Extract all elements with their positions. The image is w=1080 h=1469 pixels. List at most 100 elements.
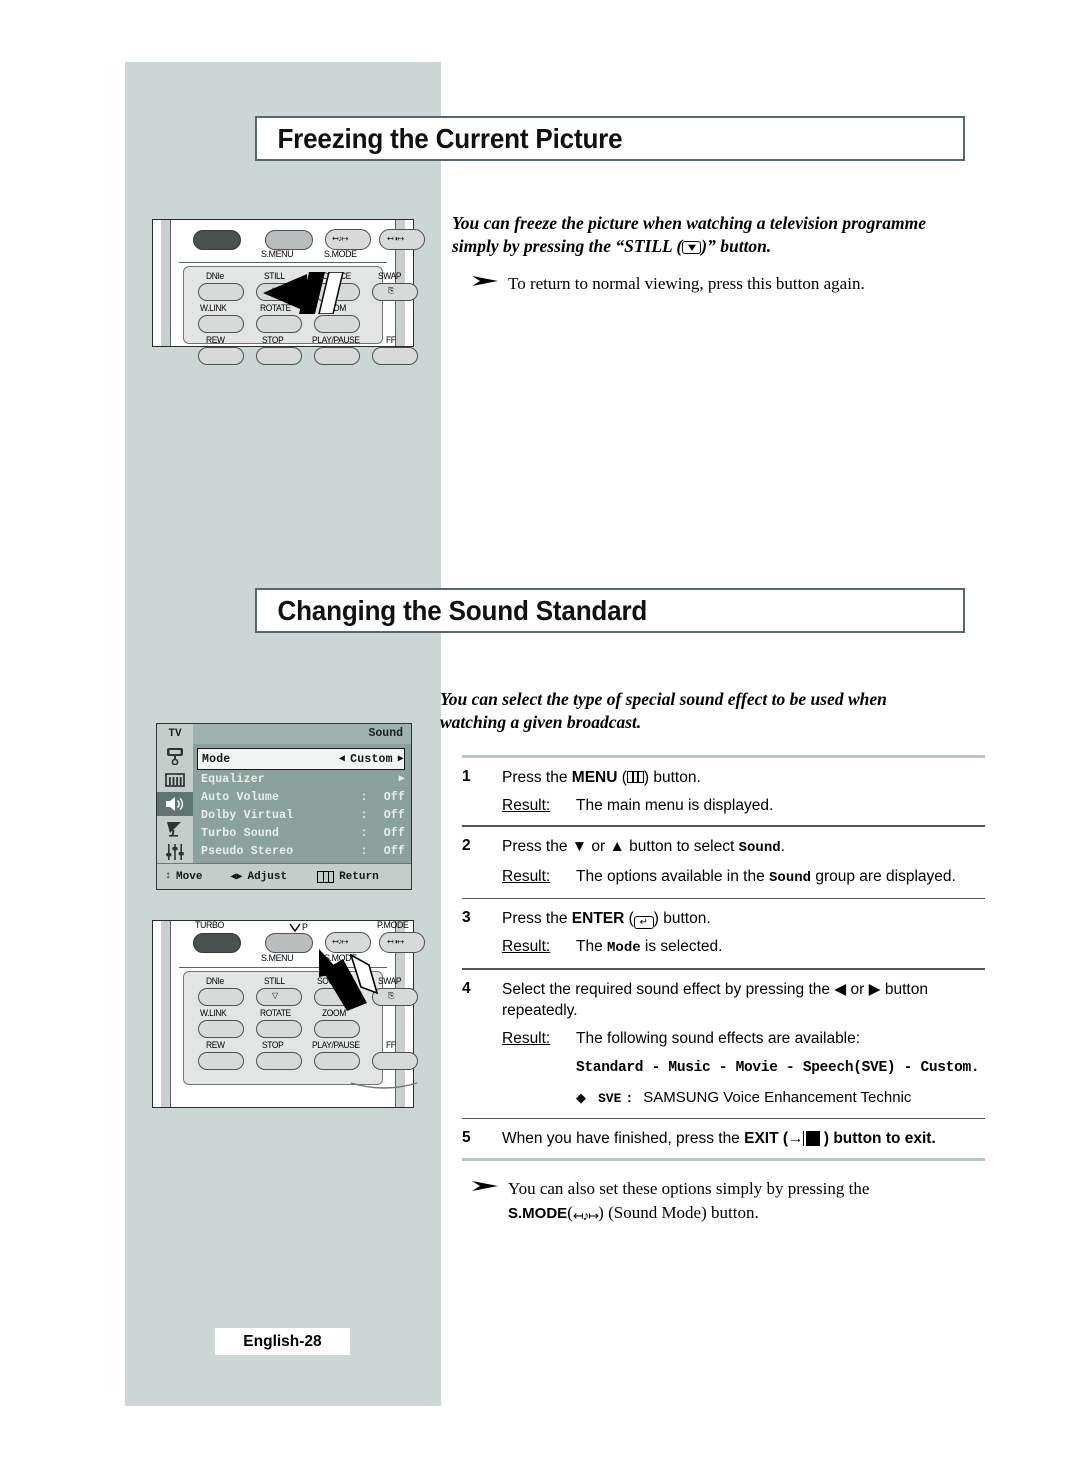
label-turbo: TURBO (195, 920, 225, 931)
step-2-result-text: The options available in the Sound group… (576, 866, 985, 889)
step-2-pre: Press the ▼ or ▲ button to select (502, 837, 739, 855)
osd-row-dolby-virtual-value: Off (383, 808, 405, 822)
menu-icon (317, 870, 335, 883)
s-mode-button-2: ↤♪↦ (325, 932, 371, 953)
step-4-number: 4 (462, 979, 471, 997)
p-mode-glyph-2: ↤◑↦ (387, 937, 404, 946)
satellite-dish-icon[interactable] (157, 816, 193, 840)
osd-left-arrow-icon[interactable]: ◀ (339, 753, 345, 765)
osd-row-auto-volume[interactable]: Auto Volume : Off (201, 788, 405, 806)
note-smode-shortcut: You can also set these options simply by… (470, 1177, 990, 1228)
step-1-result-text: The main menu is displayed. (576, 797, 774, 814)
stop-button-2 (256, 1052, 302, 1070)
osd-source-label: TV (157, 724, 193, 744)
step-1: 1 Press the MENU () button. Result: The … (462, 758, 985, 825)
note-text-1: To return to normal viewing, press this … (508, 274, 865, 293)
step-2-result-post: group are displayed. (811, 867, 956, 885)
label-still-2: STILL (264, 976, 285, 986)
osd-row-pseudo-stereo-colon: : (360, 844, 368, 858)
setup-sliders-glyph (166, 844, 184, 860)
rew-button-2 (198, 1052, 244, 1070)
step-3-number: 3 (462, 909, 471, 927)
remote2-keypad: DNIe STILL SOURCE SWAP ▽ ⎘ W.LINK ROTATE… (183, 971, 418, 1085)
exit-door-icon (803, 1131, 820, 1147)
label-rew-2: REW (206, 1040, 225, 1050)
osd-icon-rail (157, 744, 193, 863)
swap-button-2: ⎘ (372, 988, 418, 1006)
osd-row-pseudo-stereo[interactable]: Pseudo Stereo : Off (201, 842, 405, 860)
intro-line-1: You can freeze the picture when watching… (452, 213, 926, 233)
rotate-button-2 (256, 1020, 302, 1038)
bullet-arrow-icon (472, 276, 498, 286)
swap-button: ⎘ (372, 283, 418, 301)
rule-bottom (462, 1158, 985, 1162)
remote2-left-edge (161, 921, 171, 1107)
note2-smode-label: S.MODE (508, 1205, 568, 1222)
osd-footer-hints: ↕ Move ◀▶ Adjust Return (157, 863, 411, 889)
step-5-instruction: When you have finished, press the EXIT (… (502, 1128, 985, 1149)
step-1-mid: ( (617, 769, 627, 786)
sve-abbrev: SVE (598, 1090, 622, 1106)
osd-row-turbo-sound[interactable]: Turbo Sound : Off (201, 824, 405, 842)
setup-sliders-icon[interactable] (157, 840, 193, 864)
sve-definition: ◆ SVE : SAMSUNG Voice Enhancement Techni… (576, 1087, 985, 1109)
step-3-result: Result: The Mode is selected. (502, 936, 985, 959)
osd-row-equalizer[interactable]: Equalizer ▶ (201, 770, 405, 788)
step-3-keyname: ENTER (571, 910, 625, 928)
speaker-icon[interactable] (157, 792, 193, 816)
label-source: SOURCE (317, 271, 351, 281)
step-3-body: Press the ENTER (↵) button. Result: The … (502, 908, 985, 959)
enter-key-icon: ↵ (633, 916, 654, 930)
dnie-button-2 (198, 988, 244, 1006)
osd-row-equalizer-name: Equalizer (201, 772, 265, 786)
osd-right-arrow-icon[interactable]: ▶ (398, 753, 404, 765)
sve-expansion: SAMSUNG Voice Enhancement Technic (643, 1088, 912, 1106)
note2-line-1: You can also set these options simply by… (508, 1179, 870, 1198)
step-3-result-mono: Mode (607, 940, 641, 957)
ff-button (372, 347, 418, 365)
step-2-post: . (780, 837, 785, 855)
label-stop: STOP (262, 335, 284, 345)
step-3: 3 Press the ENTER (↵) button. Result: Th… (462, 899, 985, 968)
step-5-number: 5 (462, 1129, 471, 1147)
osd-titlebar: TV Sound (157, 724, 411, 744)
osd-row-turbo-sound-colon: : (360, 826, 368, 840)
step-3-result-pre: The (576, 938, 608, 956)
section-header-sound: Changing the Sound Standard (255, 588, 965, 633)
picture-icon[interactable] (157, 744, 193, 768)
still-button: ▽ (256, 283, 302, 301)
step-3-mid: ( (624, 910, 634, 928)
steps-table: 1 Press the MENU () button. Result: The … (462, 755, 985, 1162)
s-menu-button (265, 230, 313, 250)
osd-row-equalizer-value-group: ▶ (399, 773, 405, 785)
step-2-instruction: Press the ▼ or ▲ button to select Sound. (502, 836, 985, 859)
zoom-button (314, 315, 360, 333)
s-mode-glyph: ↤♪↦ (332, 234, 348, 243)
stop-button (256, 347, 302, 365)
step-2-body: Press the ▼ or ▲ button to select Sound.… (502, 836, 985, 889)
p-mode-glyph: ↤◑↦ (387, 234, 404, 243)
still-button-2: ▽ (256, 988, 302, 1006)
step-1-post: ) button. (643, 769, 701, 786)
osd-row-turbo-sound-name: Turbo Sound (201, 826, 280, 840)
still-glyph-2: ▽ (272, 991, 279, 1000)
osd-row-dolby-virtual[interactable]: Dolby Virtual : Off (201, 806, 405, 824)
play-pause-button-2 (314, 1052, 360, 1070)
step-1-number: 1 (462, 768, 471, 785)
osd-hint-adjust-label: Adjust (247, 870, 288, 883)
intro-text-1: You can freeze the picture when watching… (452, 212, 982, 258)
step-3-post: ) button. (653, 910, 711, 928)
sve-colon: : (625, 1090, 634, 1106)
label-still: STILL (264, 271, 285, 281)
label-zoom: ZOOM (322, 303, 346, 313)
chevron-right-icon[interactable]: ▶ (399, 773, 405, 785)
label-rotate: ROTATE (260, 303, 291, 313)
step-4-result-text: The following sound effects are availabl… (576, 1029, 861, 1047)
turbo-button-2 (193, 933, 241, 953)
osd-row-mode[interactable]: Mode ◀ Custom ▶ (197, 748, 405, 770)
channel-bars-icon[interactable] (157, 768, 193, 792)
osd-row-mode-value-group: ◀ Custom ▶ (339, 753, 404, 766)
manual-page: Freezing the Current Picture ↤♪↦ ↤◑↦ S.M… (0, 0, 1080, 1469)
osd-row-mode-value: Custom (350, 752, 393, 766)
remote2-top-row: TURBO P P.MODE ↤♪↦ ↤◑↦ S.MENU S.MODE (179, 920, 425, 968)
